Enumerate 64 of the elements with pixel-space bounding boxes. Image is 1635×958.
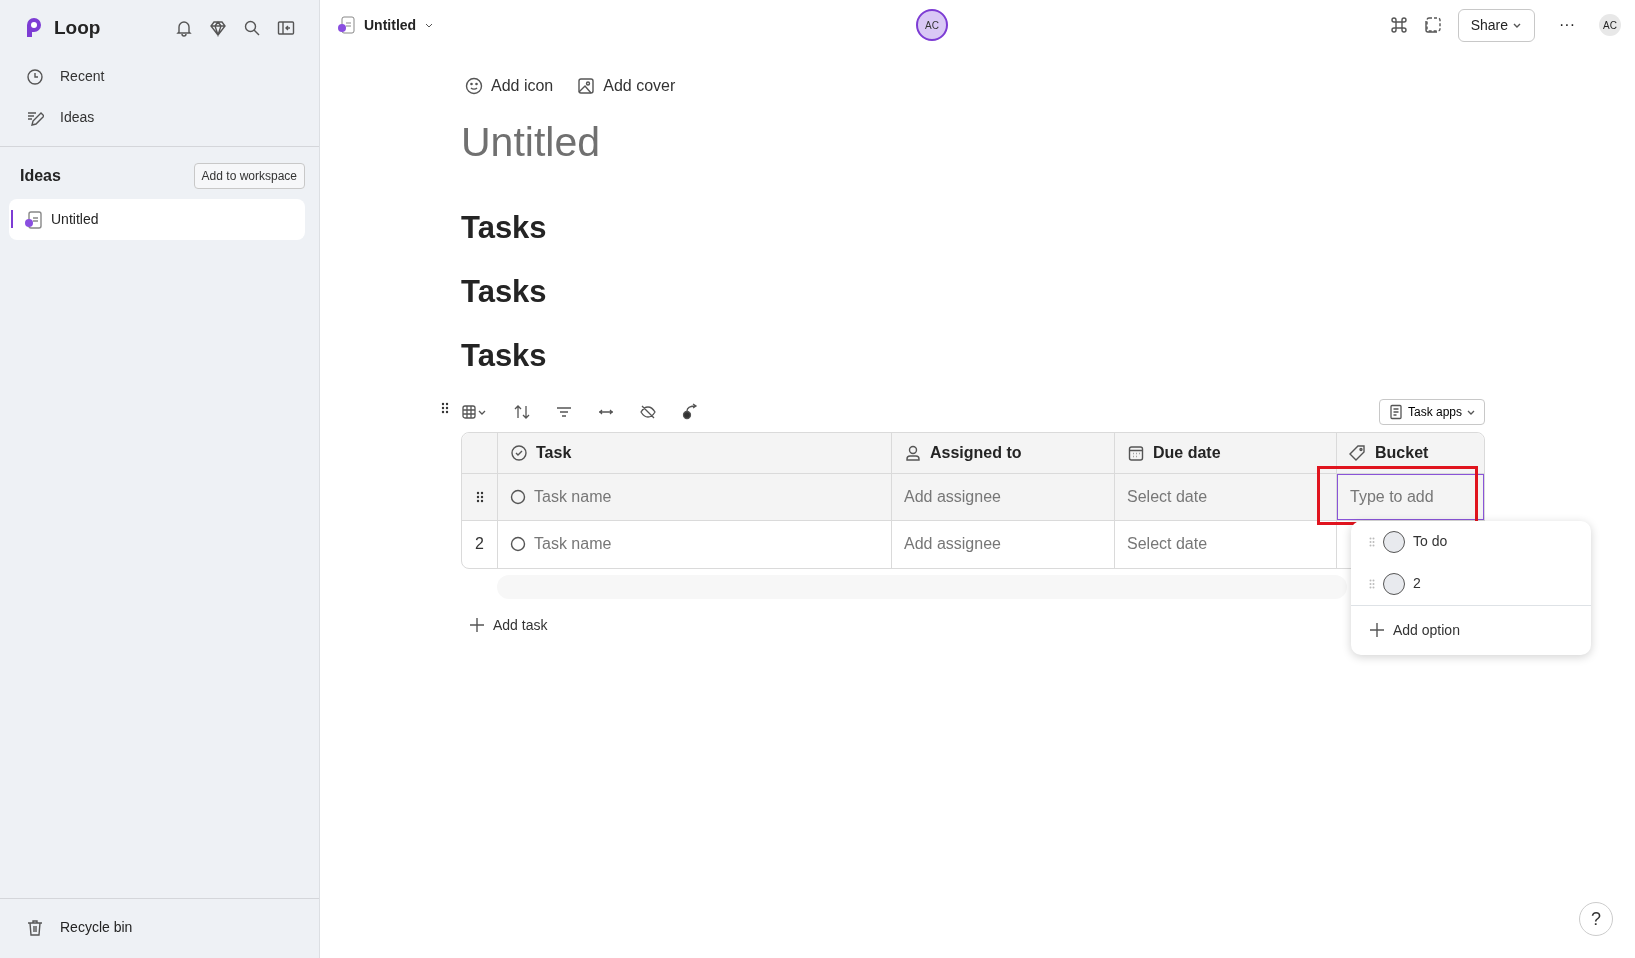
user-avatar[interactable]: AC (1599, 14, 1621, 36)
section-title: Ideas (20, 166, 61, 186)
heading: Tasks (461, 336, 548, 375)
share-button[interactable]: Share (1457, 8, 1535, 42)
task-name-field[interactable]: Task name (534, 484, 612, 509)
add-option-button[interactable]: Add option (1351, 604, 1591, 655)
add-to-workspace-button[interactable]: Add to workspace (193, 163, 305, 189)
task-apps-button[interactable]: Task apps (1378, 398, 1485, 425)
task-checkbox[interactable] (510, 536, 526, 552)
nav-item[interactable]: Recent (0, 56, 319, 97)
checklist-icon (1387, 403, 1404, 420)
bucket-field[interactable]: Type to add (1337, 473, 1484, 520)
status-circle (1383, 530, 1405, 553)
person-icon (904, 443, 922, 462)
clock-icon (26, 67, 44, 86)
add-cover-button[interactable]: Add cover (577, 74, 676, 98)
selection-indicator (11, 210, 13, 228)
task-name-field[interactable]: Task name (534, 532, 612, 556)
column-header[interactable]: Task (498, 432, 892, 473)
heading: Tasks (461, 272, 548, 311)
page-title[interactable]: Untitled (364, 14, 417, 36)
assignee-cell[interactable]: Add assignee (892, 473, 1115, 520)
option-item[interactable]: 2 (1351, 562, 1591, 605)
drag-handle-icon[interactable] (1369, 578, 1375, 589)
add-task-button[interactable]: Add task (469, 614, 548, 636)
drag-handle-icon[interactable] (441, 401, 449, 414)
more-button[interactable]: ··· (1551, 13, 1583, 37)
calendar-icon (1127, 443, 1145, 462)
page-item[interactable]: Untitled (9, 199, 305, 240)
smiley-icon (465, 77, 483, 95)
due-date-cell[interactable]: Select date (1115, 520, 1337, 568)
plus-icon (1369, 622, 1385, 638)
app-name: Loop (54, 15, 101, 40)
trash-icon[interactable] (26, 918, 44, 937)
column-header[interactable]: Bucket (1337, 432, 1484, 473)
diamond-icon[interactable] (209, 19, 227, 37)
bell-icon[interactable] (175, 19, 193, 37)
help-button[interactable]: ? (1579, 902, 1613, 936)
check-circle-icon (510, 443, 528, 462)
plus-icon (469, 617, 485, 633)
recycle-bin-link[interactable]: Recycle bin (60, 917, 133, 938)
page-icon (336, 15, 356, 35)
row-number: 2 (475, 534, 484, 554)
assignee-cell[interactable]: Add assignee (892, 520, 1115, 568)
presence-avatar[interactable]: AC (916, 9, 948, 41)
page-icon (23, 209, 43, 230)
tag-icon (1349, 443, 1367, 462)
column-header[interactable]: Assigned to (892, 432, 1115, 473)
drag-handle-icon[interactable] (475, 490, 484, 503)
task-checkbox[interactable] (510, 488, 526, 505)
components-icon[interactable] (1389, 16, 1408, 34)
automation-icon[interactable] (681, 402, 699, 421)
status-circle (1383, 572, 1405, 595)
collapse-sidebar-icon[interactable] (277, 19, 295, 37)
drag-handle-icon[interactable] (1369, 536, 1375, 547)
column-header[interactable]: Due date (1115, 432, 1337, 473)
heading: Tasks (461, 208, 548, 247)
nav-item[interactable]: Ideas (0, 97, 319, 138)
search-icon[interactable] (243, 19, 261, 37)
workspace-icon[interactable] (1423, 16, 1442, 34)
option-item[interactable]: To do (1351, 520, 1591, 563)
title-placeholder[interactable]: Untitled (461, 112, 1485, 174)
image-icon (577, 77, 596, 95)
add-icon-button[interactable]: Add icon (465, 74, 554, 98)
